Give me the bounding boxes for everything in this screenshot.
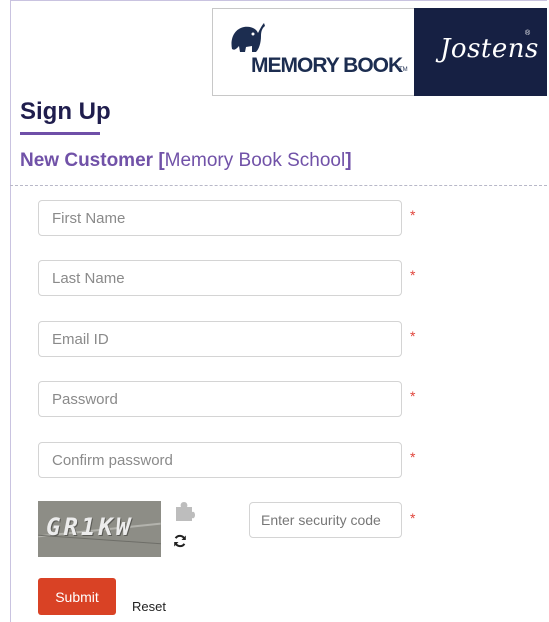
- refresh-icon[interactable]: [173, 534, 187, 548]
- submit-button[interactable]: Submit: [38, 578, 116, 615]
- confirm-password-input[interactable]: [38, 442, 402, 478]
- title-underline: [20, 132, 100, 135]
- security-code-input[interactable]: [249, 502, 402, 538]
- password-required-marker: *: [410, 388, 416, 404]
- customer-type-heading: New Customer [Memory Book School]: [20, 150, 352, 172]
- elephant-icon: [231, 23, 265, 52]
- email-input[interactable]: [38, 321, 402, 357]
- reset-link[interactable]: Reset: [132, 599, 166, 614]
- page-title: Sign Up: [20, 98, 111, 125]
- bracket-close: ]: [345, 150, 352, 171]
- confirm-password-required-marker: *: [410, 449, 416, 465]
- captcha-text: GR1KW: [46, 513, 134, 541]
- jostens-wordmark: Jostens: [440, 34, 539, 64]
- memory-book-wordmark: MEMORY BOOK: [251, 54, 403, 77]
- last-name-required-marker: *: [410, 267, 416, 283]
- registered-mark: ®: [525, 30, 531, 37]
- section-divider: [10, 185, 547, 186]
- first-name-input[interactable]: [38, 200, 402, 236]
- puzzle-piece-icon[interactable]: [173, 500, 195, 522]
- jostens-logo: Jostens ®: [414, 8, 547, 96]
- memory-book-logo: MEMORY BOOK TM: [212, 8, 414, 96]
- last-name-input[interactable]: [38, 260, 402, 296]
- captcha-image: GR1KW: [38, 501, 161, 557]
- trademark-mark: TM: [399, 67, 408, 73]
- security-code-required-marker: *: [410, 510, 416, 526]
- first-name-required-marker: *: [410, 207, 416, 223]
- email-required-marker: *: [410, 328, 416, 344]
- password-input[interactable]: [38, 381, 402, 417]
- school-name: Memory Book School: [164, 150, 346, 171]
- customer-type-label: New Customer: [20, 150, 154, 171]
